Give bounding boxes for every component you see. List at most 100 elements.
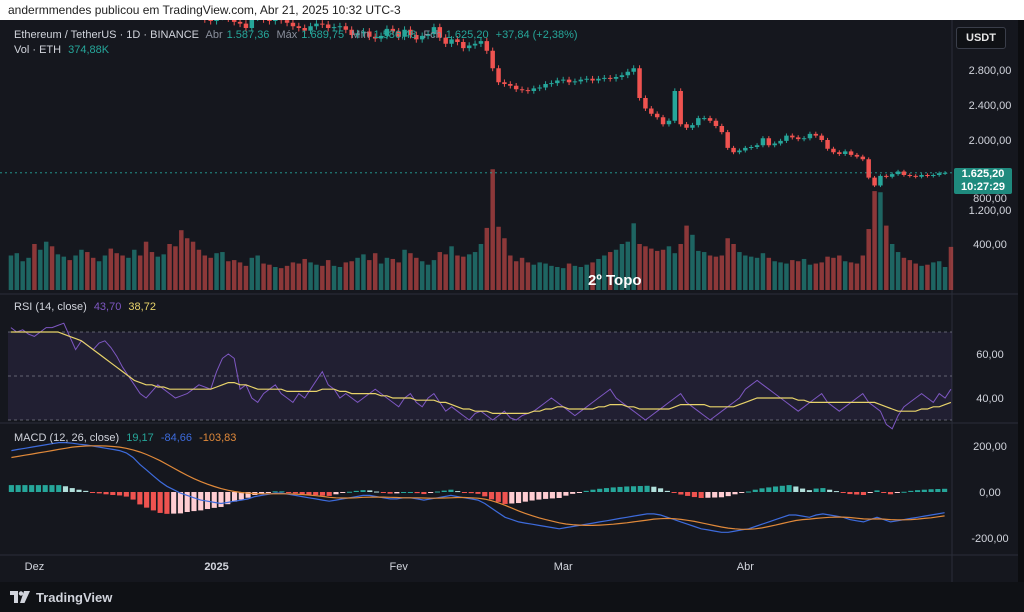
candle-body <box>837 152 842 154</box>
change-value: +37,84 (+2,38%) <box>495 29 578 41</box>
volume-bar <box>355 257 360 290</box>
candle-body <box>525 90 531 92</box>
volume-bar <box>660 249 666 290</box>
macd-histogram-bar <box>725 492 731 497</box>
macd-histogram-bar <box>772 486 779 492</box>
macd-histogram-bar <box>664 490 670 492</box>
volume-bar <box>461 256 466 290</box>
volume-bar <box>643 246 648 290</box>
macd-histogram-bar <box>644 485 650 492</box>
macd-histogram-bar <box>827 489 833 492</box>
macd-histogram-bar <box>455 491 461 493</box>
close-value: 1.625,20 <box>445 29 489 41</box>
macd-histogram-bar <box>488 492 495 500</box>
bar-countdown: 10:27:29 <box>960 181 1006 193</box>
candle-body <box>731 147 736 153</box>
footer-brand: TradingView <box>36 589 113 605</box>
macd-histogram-bar <box>22 485 28 492</box>
candle-body <box>472 43 478 46</box>
candle-body <box>654 113 660 118</box>
macd-histogram-bar <box>739 492 745 493</box>
volume-bar <box>378 263 384 290</box>
volume-bar <box>431 260 437 290</box>
screenshot-frame: andermmendes publicou em TradingView.com… <box>0 0 1024 612</box>
candle-body <box>537 87 542 89</box>
tradingview-logo[interactable]: TradingView <box>10 590 112 605</box>
macd-histogram-bar <box>62 486 69 492</box>
candle-body <box>807 133 813 139</box>
macd-axis-label: -200,00 <box>971 533 1008 545</box>
macd-histogram-bar <box>137 492 143 505</box>
volume-bar <box>490 169 495 290</box>
volume-label[interactable]: Vol · ETH <box>14 44 61 56</box>
chart-annotation[interactable]: 2º Topo <box>588 272 642 289</box>
volume-bar <box>948 246 954 290</box>
volume-bar <box>942 267 948 290</box>
volume-bar <box>795 261 801 290</box>
volume-bar <box>919 265 924 290</box>
open-value: 1.587,36 <box>226 29 270 41</box>
volume-bar <box>96 261 102 290</box>
macd-histogram-bar <box>516 492 522 504</box>
volume-bar <box>85 252 90 290</box>
candle-body <box>819 135 824 140</box>
macd-histogram-bar <box>164 492 170 514</box>
symbol-legend: Ethereum / TetherUS · 1D · BINANCE Abr 1.… <box>14 29 582 41</box>
volume-bar <box>878 192 883 290</box>
volume-bar <box>466 254 472 290</box>
volume-bar <box>273 267 278 290</box>
candle-body <box>619 75 625 77</box>
volume-bar <box>696 250 701 290</box>
volume-bar <box>484 227 490 290</box>
volume-bar <box>419 261 425 290</box>
candle-body <box>637 68 642 98</box>
time-axis-label: 2025 <box>204 561 228 573</box>
candle-body <box>737 150 742 153</box>
candle-body <box>743 147 748 151</box>
macd-histogram-bar <box>854 492 860 495</box>
macd-histogram-bar <box>191 492 197 512</box>
candle-body <box>936 173 942 175</box>
volume-bar <box>719 255 725 290</box>
currency-button[interactable]: USDT <box>956 27 1006 49</box>
volume-bar <box>848 262 854 290</box>
candle-body <box>649 108 654 114</box>
macd-histogram-bar <box>171 492 177 514</box>
candle-body <box>772 143 777 146</box>
volume-bar <box>290 262 296 290</box>
volume-bar <box>654 250 660 290</box>
price-axis-label: 2.000,00 <box>969 135 1012 147</box>
price-axis-label: 2.800,00 <box>969 65 1012 77</box>
macd-legend: MACD (12, 26, close) 19,17 -84,66 -103,8… <box>14 432 240 444</box>
volume-bar <box>449 246 454 290</box>
macd-histogram-bar <box>265 492 271 493</box>
candle-body <box>672 91 678 121</box>
macd-histogram-bar <box>800 488 806 492</box>
candle-body <box>320 23 325 25</box>
volume-bar <box>895 252 901 290</box>
macd-histogram-bar <box>448 489 454 492</box>
candle-body <box>337 26 343 28</box>
candle-body <box>602 77 607 79</box>
volume-bar <box>513 261 519 290</box>
macd-label[interactable]: MACD (12, 26, close) <box>14 432 119 444</box>
time-axis-label: Abr <box>737 561 754 573</box>
macd-histogram-bar <box>421 492 427 495</box>
macd-histogram-bar <box>150 492 156 511</box>
volume-bar <box>284 265 290 290</box>
macd-histogram-bar <box>292 492 298 494</box>
volume-bar <box>472 252 478 290</box>
candle-body <box>878 175 883 186</box>
macd-histogram-bar <box>319 492 326 496</box>
volume-bar <box>8 255 14 290</box>
candle-body <box>607 77 613 79</box>
symbol-name[interactable]: Ethereum / TetherUS · 1D · BINANCE <box>14 29 199 41</box>
macd-histogram-bar <box>29 485 35 492</box>
rsi-label[interactable]: RSI (14, close) <box>14 301 87 313</box>
high-label: Máx <box>276 29 298 41</box>
volume-bar <box>502 238 507 290</box>
volume-bar <box>361 254 366 290</box>
last-price-tag: 1.625,20 10:27:29 <box>954 168 1012 194</box>
macd-histogram-bar <box>732 492 738 495</box>
volume-bar <box>137 255 143 290</box>
